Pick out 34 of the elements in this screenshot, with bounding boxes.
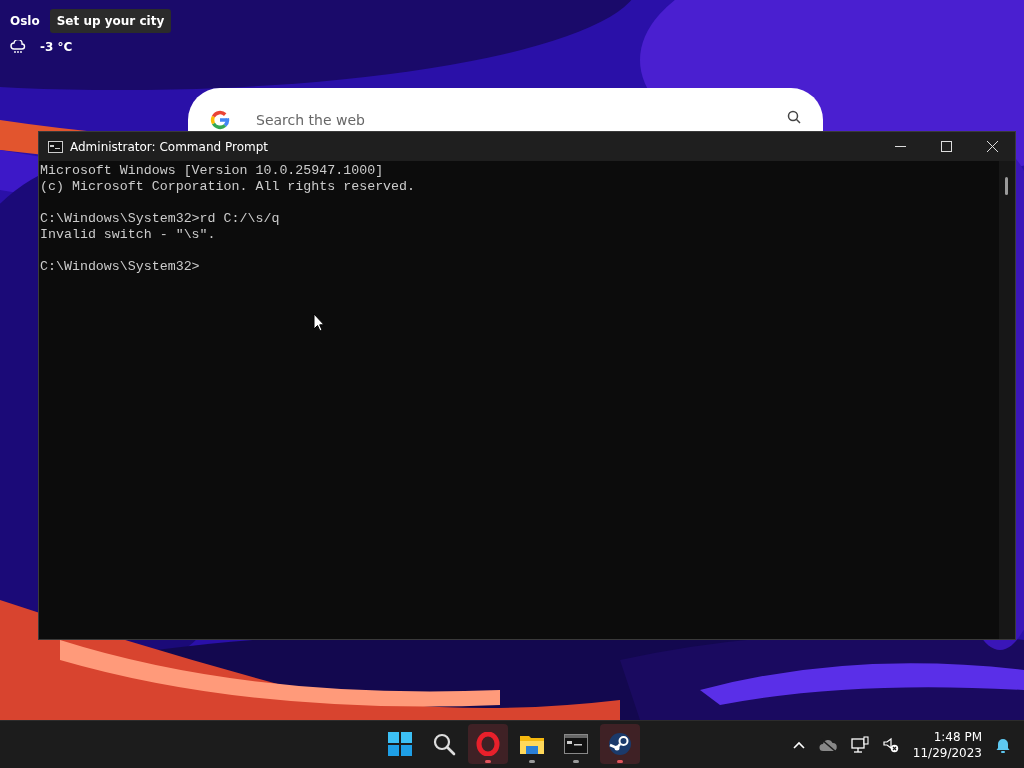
search-icon [432,732,456,756]
chevron-up-icon[interactable] [792,740,805,749]
console-line: C:\Windows\System32>rd C:/\s/q [40,211,281,227]
scrollbar-thumb[interactable] [1005,177,1008,195]
taskbar-app[interactable] [600,724,640,764]
date: 11/29/2023 [912,744,982,761]
cloud-rain-icon [10,40,26,54]
temperature: -3 °C [40,40,73,54]
ring-icon [476,732,500,756]
search-icon[interactable] [787,110,801,124]
muted-speaker-icon[interactable] [882,736,899,753]
close-icon [986,141,998,152]
terminal-icon [564,734,588,754]
console-icon [48,140,63,153]
time: 1:48 PM [933,728,982,745]
console-line: Microsoft Windows [Version 10.0.25947.1000] [40,163,385,179]
cloud-slash-icon[interactable] [818,737,837,752]
g-logo-icon [210,110,230,130]
tooltip: Set up your city [49,9,172,33]
maximize-icon [940,141,952,152]
folder-icon [519,733,545,755]
console-line: C:\Windows\System32> [40,259,201,275]
bell-icon[interactable] [996,736,1010,753]
city-name[interactable]: Oslo [10,14,40,28]
windows-logo-icon [388,732,412,756]
search-bar[interactable]: Search the web [188,88,823,131]
mouse-pointer-icon [313,313,325,332]
steam-icon [608,732,632,756]
scrollbar[interactable] [999,161,1015,639]
console-line: Invalid switch - "\s". [40,227,217,243]
network-icon[interactable] [850,735,869,754]
clock[interactable]: 1:48 PM 11/29/2023 [912,728,982,761]
window-title: Administrator: Command Prompt [70,139,269,154]
console-line: (c) Microsoft Corporation. All rights reserved. [40,179,417,195]
